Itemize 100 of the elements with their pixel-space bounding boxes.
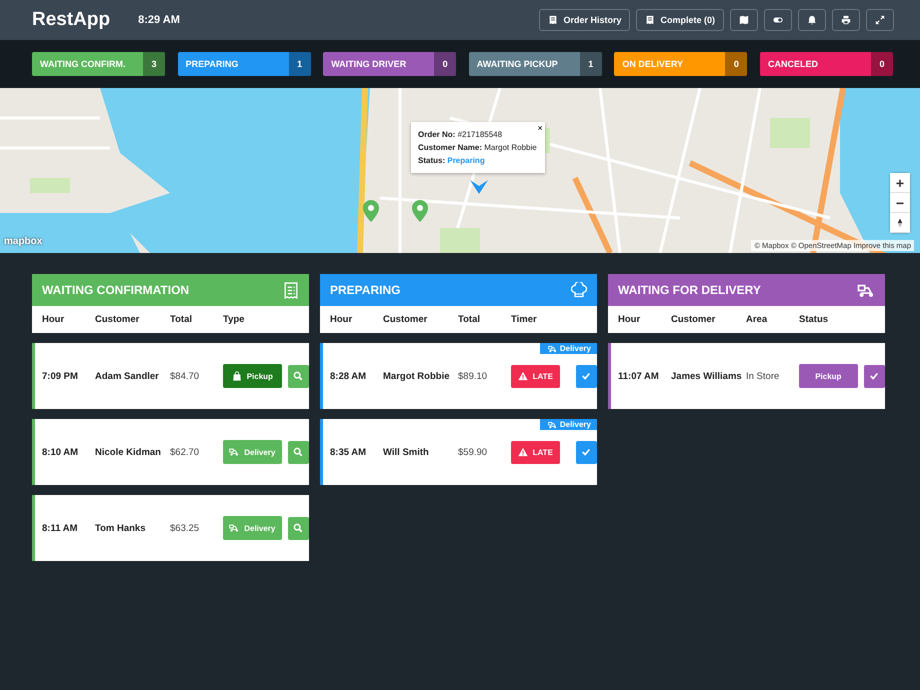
search-icon	[293, 523, 304, 533]
clock-time: 8:29 AM	[138, 14, 180, 26]
search-icon	[293, 371, 304, 381]
search-button[interactable]	[288, 440, 309, 464]
print-button[interactable]	[832, 9, 860, 31]
zoom-out-button[interactable]: −	[890, 193, 910, 213]
column-header: Timer	[511, 314, 538, 325]
map-marker-icon[interactable]	[470, 180, 488, 194]
customer-name: Will Smith	[383, 446, 430, 458]
map-icon	[739, 15, 749, 25]
order-card[interactable]: 8:11 AM Tom Hanks $63.25 Delivery	[32, 495, 309, 561]
history-button[interactable]: Order History	[539, 9, 630, 31]
status-filter[interactable]: ON DELIVERY 0	[614, 52, 748, 76]
delivery-tag: Delivery	[540, 419, 597, 430]
compass-icon	[897, 218, 903, 228]
panel-title: WAITING FOR DELIVERY	[608, 274, 885, 306]
confirm-button[interactable]	[864, 364, 885, 388]
customer-name: Customer Name: Margot Robbie	[418, 142, 537, 154]
scooter-icon	[229, 447, 240, 457]
warning-icon	[518, 371, 528, 381]
search-icon	[293, 447, 304, 457]
order-card[interactable]: Delivery 8:35 AM Will Smith $59.90 LATE	[320, 419, 597, 485]
order-total: $62.70	[170, 446, 200, 458]
scooter-icon	[548, 420, 557, 428]
order-hour: 7:09 PM	[42, 370, 79, 382]
toggle-button[interactable]	[764, 9, 792, 31]
map-button[interactable]	[730, 9, 758, 31]
column-header: Hour	[330, 314, 354, 325]
compass-button[interactable]	[890, 213, 910, 233]
order-total: $63.25	[170, 522, 200, 534]
order-total: $89.10	[458, 370, 488, 382]
order-area: In Store	[746, 370, 799, 382]
late-badge: LATE	[511, 440, 560, 464]
order-hour: 8:28 AM	[330, 370, 368, 382]
zoom-in-button[interactable]: +	[890, 173, 910, 193]
column-header: Hour	[42, 314, 66, 325]
order-number: Order No: #217185548	[418, 129, 504, 141]
status-count: 1	[288, 52, 311, 76]
status-filter[interactable]: PREPARING 1	[178, 52, 311, 76]
customer-name: Tom Hanks	[95, 522, 147, 534]
status-button[interactable]: Pickup	[799, 364, 858, 388]
order-type-button[interactable]: Pickup	[223, 364, 282, 388]
order-total: $84.70	[170, 370, 200, 382]
bell-button[interactable]	[798, 9, 826, 31]
status-count: 0	[725, 52, 748, 76]
app-logo[interactable]: RestApp	[32, 9, 110, 31]
delivery-tag: Delivery	[540, 343, 597, 354]
customer-name: Nicole Kidman	[95, 446, 162, 458]
expand-button[interactable]	[866, 9, 894, 31]
late-badge: LATE	[511, 364, 560, 388]
receipt-icon	[548, 15, 558, 25]
status-count: 1	[580, 52, 602, 76]
scooter-icon	[857, 282, 875, 298]
printer-icon	[841, 15, 851, 25]
order-total: $59.90	[458, 446, 488, 458]
customer-name: Adam Sandler	[95, 370, 160, 382]
column-header: Total	[458, 314, 481, 325]
order-card[interactable]: 7:09 PM Adam Sandler $84.70 Pickup	[32, 343, 309, 409]
map-pin-icon[interactable]	[412, 200, 428, 222]
panel-title: WAITING CONFIRMATION	[32, 274, 309, 306]
status-filter[interactable]: CANCELED 0	[760, 52, 893, 76]
column-header: Hour	[618, 314, 642, 325]
order-card[interactable]: Delivery 8:28 AM Margot Robbie $89.10 LATE	[320, 343, 597, 409]
scooter-icon	[548, 344, 557, 352]
panel-title: PREPARING	[320, 274, 597, 306]
chef-hat-icon	[571, 282, 587, 298]
order-hour: 8:35 AM	[330, 446, 368, 458]
order-status: Status: Preparing	[418, 155, 486, 167]
confirm-button[interactable]	[576, 364, 597, 388]
column-header: Customer	[95, 314, 140, 325]
status-filter[interactable]: AWAITING PICKUP 1	[468, 52, 602, 76]
bell-icon	[807, 15, 817, 25]
status-filter[interactable]: WAITING CONFIRM. 3	[32, 52, 165, 76]
check-icon	[869, 371, 880, 381]
confirm-button[interactable]	[576, 440, 597, 464]
order-hour: 11:07 AM	[618, 370, 660, 382]
toggle-icon	[773, 15, 783, 25]
status-count: 3	[143, 52, 165, 76]
column-header: Status	[799, 314, 830, 325]
receipt-icon	[645, 15, 656, 25]
complete-button[interactable]: Complete (0)	[636, 9, 724, 31]
customer-name: Margot Robbie	[383, 370, 450, 382]
scooter-icon	[229, 523, 240, 533]
expand-icon	[875, 15, 885, 25]
order-hour: 8:10 AM	[42, 446, 80, 458]
column-header: Area	[746, 314, 768, 325]
customer-name: James Williams	[671, 370, 743, 382]
order-card[interactable]: 11:07 AM James Williams In Store Pickup	[608, 343, 885, 409]
close-button[interactable]: ×	[537, 123, 543, 133]
search-button[interactable]	[288, 364, 309, 388]
column-header: Total	[170, 314, 193, 325]
check-icon	[581, 447, 592, 457]
order-hour: 8:11 AM	[42, 522, 79, 534]
map-pin-icon[interactable]	[363, 200, 379, 222]
search-button[interactable]	[288, 516, 309, 540]
receipt-icon	[283, 282, 299, 298]
order-card[interactable]: 8:10 AM Nicole Kidman $62.70 Delivery	[32, 419, 309, 485]
status-filter[interactable]: WAITING DRIVER 0	[323, 52, 456, 76]
column-header: Type	[223, 314, 246, 325]
check-icon	[581, 371, 592, 381]
